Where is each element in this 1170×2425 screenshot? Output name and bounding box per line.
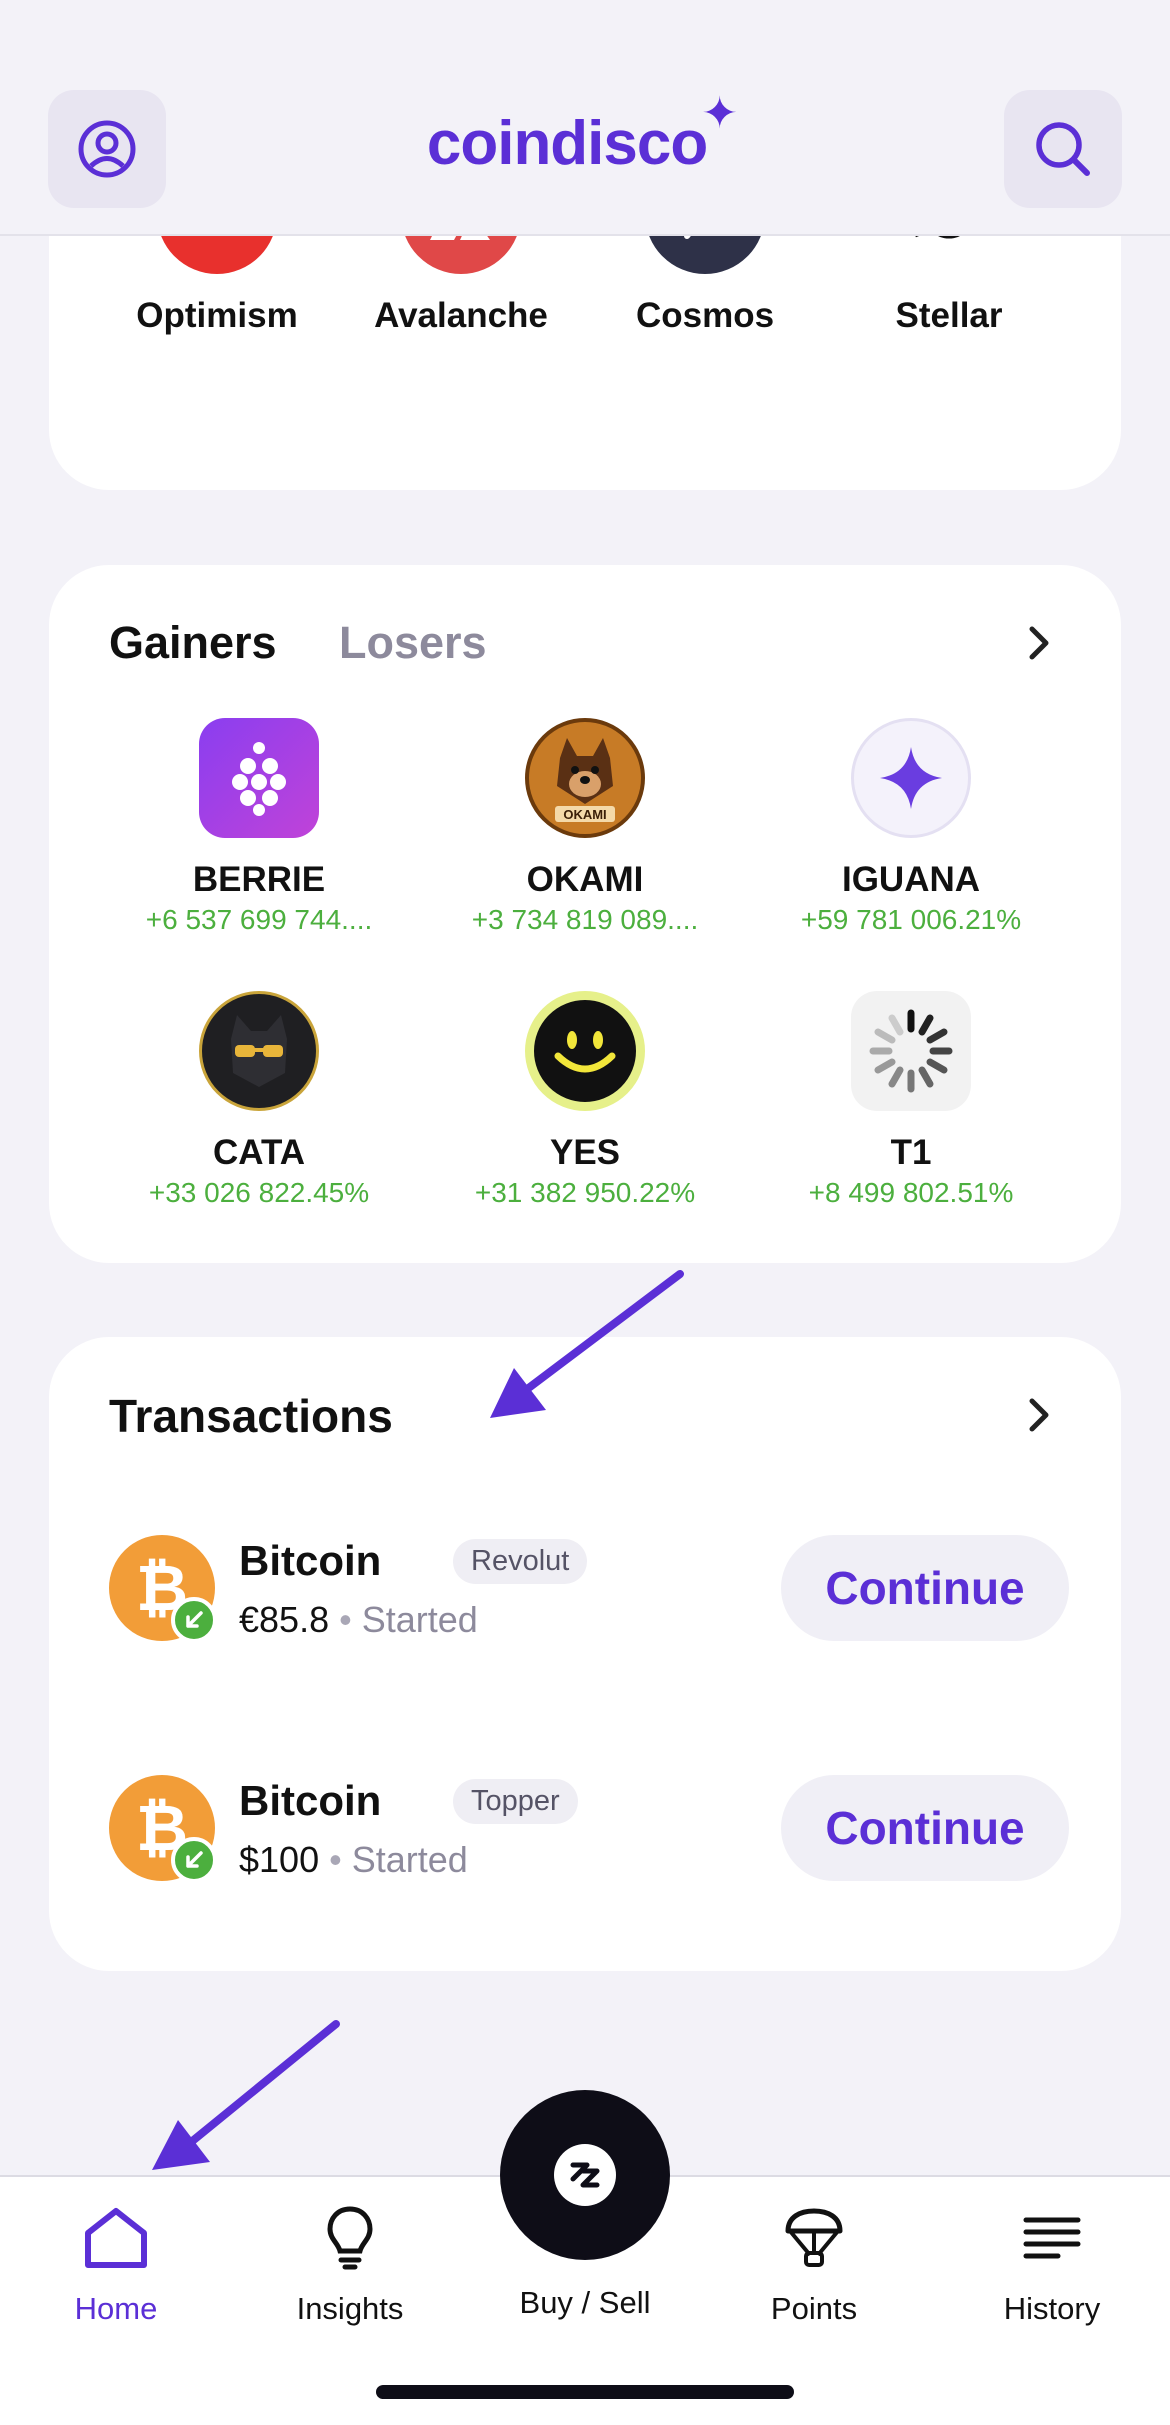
- network-avalanche[interactable]: Avalanche: [341, 154, 581, 336]
- tx-amount-line: €85.8 • Started: [239, 1599, 478, 1641]
- nav-label-buy-sell[interactable]: Buy / Sell: [475, 2285, 695, 2321]
- tab-gainers[interactable]: Gainers: [109, 617, 277, 669]
- mover-change: +8 499 802.51%: [808, 1177, 1014, 1208]
- network-label: Cosmos: [635, 296, 775, 335]
- list-icon: [1017, 2203, 1087, 2273]
- mover-name: YES: [549, 1133, 621, 1172]
- nav-label: Home: [74, 2291, 158, 2326]
- search-button[interactable]: [1004, 90, 1122, 208]
- mover-item-berrie[interactable]: BERRIE +6 537 699 744....: [109, 718, 409, 936]
- mover-item-t1[interactable]: T1 +8 499 802.51%: [761, 991, 1061, 1209]
- home-icon: [81, 2203, 151, 2273]
- nav-home[interactable]: Home: [6, 2203, 226, 2327]
- spinner-icon: [851, 991, 971, 1111]
- transactions-title: Transactions: [109, 1390, 393, 1442]
- tx-separator: •: [339, 1599, 352, 1640]
- transaction-row[interactable]: ₿ Bitcoin Revolut €85.8 • Started Continue: [109, 1535, 1069, 1645]
- tx-coin-name: Bitcoin: [239, 1777, 382, 1824]
- tx-status: Started: [361, 1599, 478, 1640]
- network-label: Optimism: [136, 296, 298, 335]
- tx-amount: €85.8: [239, 1599, 330, 1640]
- movers-more-button[interactable]: [1019, 623, 1059, 663]
- parachute-icon: [779, 2203, 849, 2273]
- network-stellar[interactable]: Stellar: [829, 154, 1069, 336]
- movers-card: Gainers Losers BERRIE +6 537 699 744....: [49, 565, 1121, 1263]
- tx-provider-badge: Topper: [453, 1779, 578, 1824]
- receive-arrow-icon: [171, 1597, 217, 1643]
- network-cosmos[interactable]: Cosmos: [585, 154, 825, 336]
- receive-arrow-icon: [171, 1837, 217, 1883]
- network-label: Avalanche: [374, 296, 548, 335]
- transactions-card: Transactions ₿ Bitcoin Revolut €85.8 • Sta…: [49, 1337, 1121, 1971]
- tx-amount-line: $100 • Started: [239, 1839, 468, 1881]
- mover-item-yes[interactable]: YES +31 382 950.22%: [435, 991, 735, 1209]
- nav-label: Insights: [296, 2291, 404, 2326]
- sparkle-icon: [851, 718, 971, 838]
- nav-label: History: [1003, 2291, 1101, 2326]
- mover-item-iguana[interactable]: IGUANA +59 781 006.21%: [761, 718, 1061, 936]
- search-icon: [1036, 122, 1090, 176]
- chevron-right-icon: [1029, 626, 1049, 660]
- cat-sunglasses-icon: [199, 991, 319, 1111]
- mover-name: T1: [890, 1133, 932, 1172]
- okami-wolf-icon: OKAMI: [525, 718, 645, 838]
- tab-losers[interactable]: Losers: [339, 617, 487, 669]
- lightbulb-icon: [315, 2203, 385, 2273]
- mover-item-cata[interactable]: CATA +33 026 822.45%: [109, 991, 409, 1209]
- mover-change: +59 781 006.21%: [800, 904, 1022, 935]
- network-optimism[interactable]: OP Optimism: [97, 154, 337, 336]
- chevron-right-icon: [1029, 1398, 1049, 1432]
- mover-name: BERRIE: [192, 860, 326, 899]
- continue-button[interactable]: Continue: [781, 1775, 1069, 1881]
- tx-status: Started: [351, 1839, 468, 1880]
- app-logo: coindisco✦: [0, 89, 1170, 179]
- nav-history[interactable]: History: [942, 2203, 1162, 2327]
- nav-insights[interactable]: Insights: [240, 2203, 460, 2327]
- transactions-more-button[interactable]: [1019, 1395, 1059, 1435]
- mover-item-okami[interactable]: OKAMI OKAMI +3 734 819 089....: [435, 718, 735, 936]
- app-screen: coindisco✦ OP Optimism Avalanche: [0, 0, 1170, 2425]
- logo-sparkle-icon: ✦: [701, 89, 738, 138]
- svg-text:OKAMI: OKAMI: [563, 807, 606, 822]
- smiley-icon: [525, 991, 645, 1111]
- annotation-arrow-icon: [152, 2020, 340, 2170]
- mover-change: +3 734 819 089....: [471, 904, 699, 935]
- mover-name: CATA: [212, 1133, 305, 1172]
- nav-points[interactable]: Points: [704, 2203, 924, 2327]
- raspberry-icon: [199, 718, 319, 838]
- continue-button[interactable]: Continue: [781, 1535, 1069, 1641]
- mover-change: +33 026 822.45%: [148, 1177, 370, 1208]
- tx-provider-badge: Revolut: [453, 1539, 588, 1584]
- mover-name: OKAMI: [526, 860, 644, 899]
- mover-name: IGUANA: [841, 860, 981, 899]
- network-label: Stellar: [895, 296, 1003, 335]
- logo-text: coindisco: [426, 109, 708, 178]
- nav-label: Points: [770, 2291, 858, 2326]
- tx-separator: •: [329, 1839, 342, 1880]
- swap-icon: [554, 2144, 616, 2206]
- mover-change: +6 537 699 744....: [145, 904, 373, 935]
- mover-change: +31 382 950.22%: [474, 1177, 696, 1208]
- buy-sell-button[interactable]: [500, 2090, 670, 2260]
- tx-amount: $100: [239, 1839, 320, 1880]
- transaction-row[interactable]: ₿ Bitcoin Topper $100 • Started Continue: [109, 1775, 1069, 1885]
- home-indicator: [376, 2385, 794, 2399]
- tx-coin-name: Bitcoin: [239, 1537, 382, 1584]
- app-header: coindisco✦: [0, 0, 1170, 236]
